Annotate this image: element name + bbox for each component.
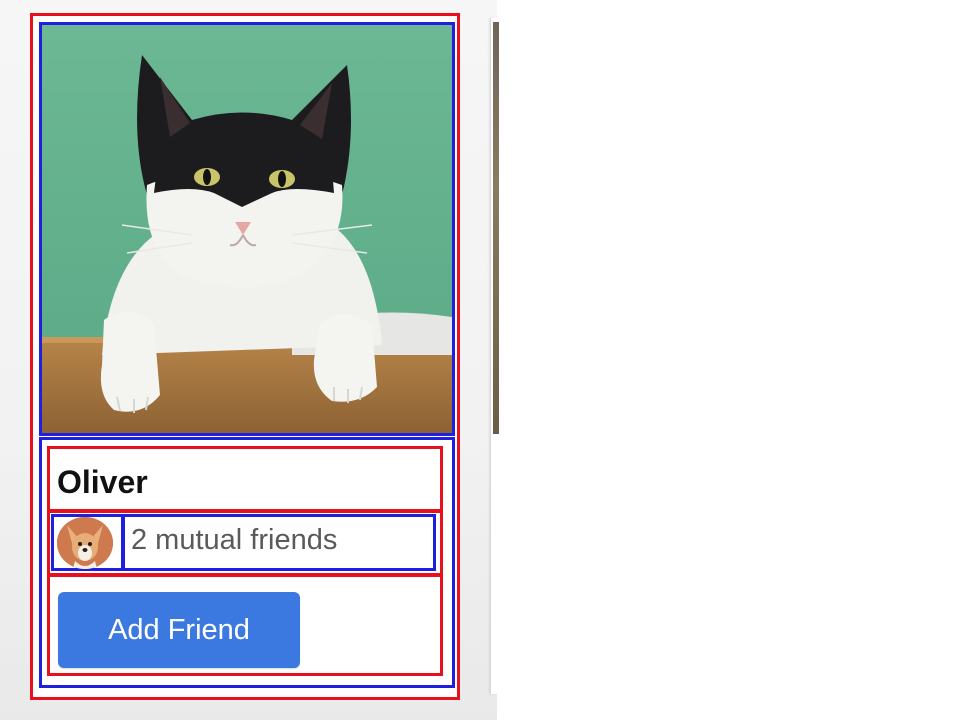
mutual-friends-count[interactable]: 2 mutual friends xyxy=(131,522,337,558)
add-friend-button[interactable]: Add Friend xyxy=(58,592,300,668)
cat-photo-image xyxy=(42,25,452,433)
next-friend-card-photo xyxy=(493,22,499,434)
dog-avatar-icon[interactable] xyxy=(57,517,113,569)
friend-photo[interactable] xyxy=(39,22,455,436)
screen: Oliver 2 mutual friends Add Friend xyxy=(0,0,960,720)
friend-name[interactable]: Oliver xyxy=(57,463,148,501)
dog-avatar-image xyxy=(57,517,113,569)
